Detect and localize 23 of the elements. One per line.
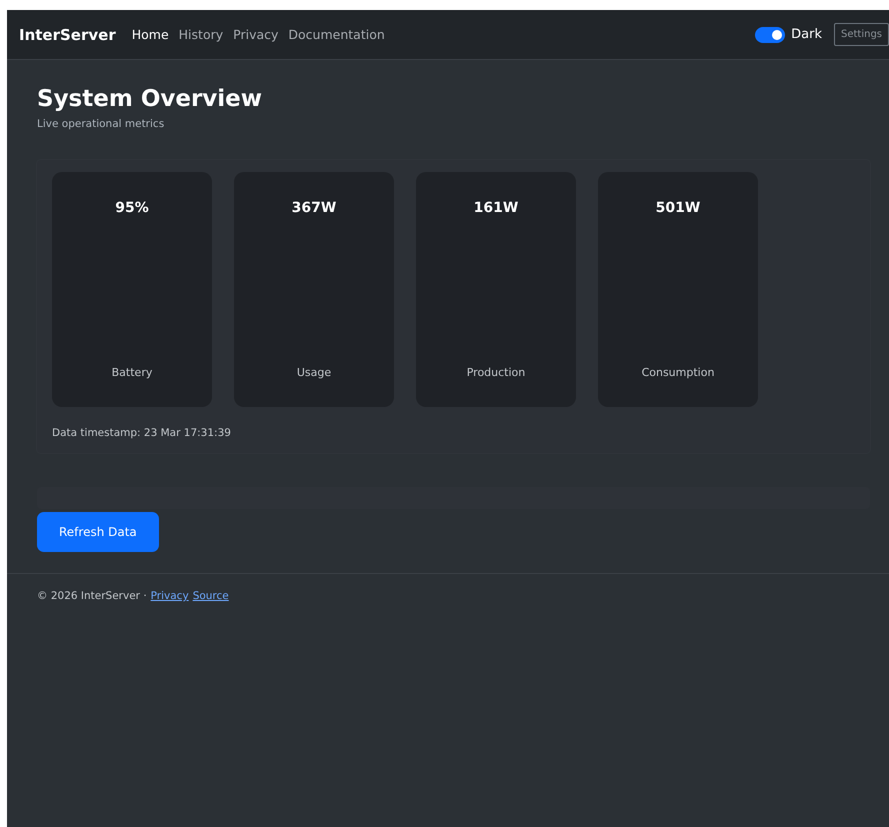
nav-link[interactable]: History — [178, 27, 224, 42]
nav-link[interactable]: Home — [132, 27, 169, 42]
footer-link[interactable]: Source — [192, 590, 229, 602]
nav-link[interactable]: Documentation — [288, 27, 385, 42]
data-timestamp: Data timestamp: 23 Mar 17:31:39 — [52, 427, 232, 439]
page-subtitle: Live operational metrics — [37, 118, 166, 130]
theme-switch[interactable] — [755, 26, 786, 42]
metric-value: 161W — [474, 200, 518, 216]
metric-value: 367W — [292, 200, 336, 216]
footer-link[interactable]: Privacy — [150, 590, 189, 602]
theme-label: Dark — [791, 27, 822, 42]
settings-button[interactable]: Settings — [834, 23, 889, 46]
metric-label: Production — [466, 366, 526, 379]
brand-name[interactable]: InterServer — [19, 26, 116, 44]
metric-value: 501W — [656, 200, 700, 216]
metric-value: 95% — [115, 200, 149, 216]
metric-label: Usage — [296, 366, 332, 379]
metric-label: Consumption — [642, 366, 714, 379]
metric-label: Battery — [112, 366, 152, 379]
refresh-button[interactable]: Refresh Data — [37, 512, 159, 552]
copyright-text: © 2026 InterServer · — [37, 590, 147, 602]
page-title: System Overview — [37, 86, 264, 112]
nav-link[interactable]: Privacy — [233, 27, 278, 42]
